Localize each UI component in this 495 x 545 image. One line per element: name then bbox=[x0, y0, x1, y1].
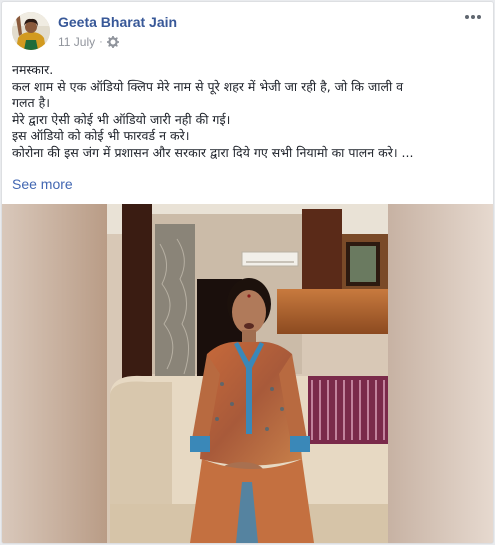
post-text-line: गलत है। bbox=[12, 95, 50, 111]
author-name[interactable]: Geeta Bharat Jain bbox=[58, 14, 177, 30]
gear-icon[interactable] bbox=[106, 36, 119, 48]
author-avatar[interactable] bbox=[12, 12, 50, 50]
meta-separator: · bbox=[99, 36, 103, 48]
avatar-image bbox=[12, 12, 50, 50]
more-options-icon[interactable] bbox=[461, 8, 485, 26]
post-meta: 11 July · bbox=[58, 34, 119, 50]
video-player[interactable] bbox=[2, 204, 493, 543]
post-text-line: इस ऑडियो को कोई भी फारवर्ड न करे। bbox=[12, 128, 190, 144]
post-text-line: कल शाम से एक ऑडियो क्लिप मेरे नाम से पूर… bbox=[12, 78, 404, 94]
post-text-line: मेरे द्वारा ऐसी कोई भी ऑडियो जारी नही की… bbox=[12, 111, 231, 127]
post-text: नमस्कार. कल शाम से एक ऑडियो क्लिप मेरे न… bbox=[12, 62, 486, 162]
post-date[interactable]: 11 July bbox=[58, 35, 95, 49]
post-text-line: नमस्कार. bbox=[12, 62, 54, 77]
see-more-link[interactable]: See more bbox=[12, 176, 73, 192]
facebook-post: Geeta Bharat Jain 11 July · नमस्कार. कल … bbox=[1, 1, 494, 544]
post-text-line: कोरोना की इस जंग में प्रशासन और सरकार द्… bbox=[12, 144, 414, 160]
video-frame bbox=[2, 204, 493, 543]
